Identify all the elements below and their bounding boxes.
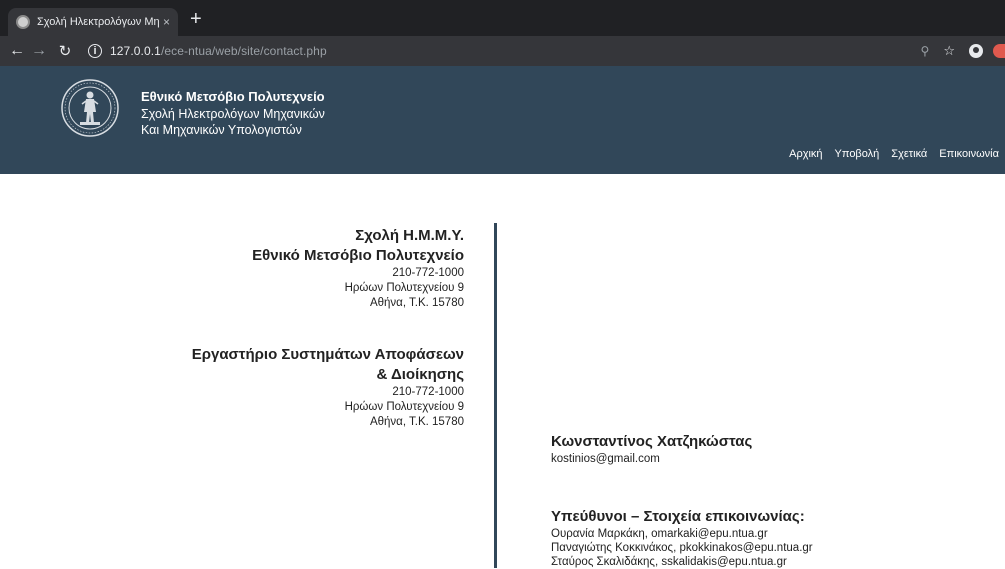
school-phone: 210-772-1000 <box>392 267 464 279</box>
back-icon[interactable]: ← <box>6 42 28 60</box>
column-divider <box>494 223 497 568</box>
nav-contact-link[interactable]: Επικοινωνία <box>939 148 999 160</box>
responsible-person: Παναγιώτης Κοκκινάκος, pkokkinakos@epu.n… <box>551 542 813 554</box>
browser-tab[interactable]: Σχολή Ηλεκτρολόγων Μηχανικ × <box>8 8 178 36</box>
lab-contact-block: Εργαστήριο Συστημάτων Αποφάσεων & Διοίκη… <box>100 345 464 430</box>
site-favicon-icon <box>16 15 30 29</box>
author-block: Κωνσταντίνος Χατζηκώστας kostinios@gmail… <box>551 432 752 467</box>
tab-close-icon[interactable]: × <box>163 15 170 29</box>
nav-submit-link[interactable]: Υποβολή <box>835 148 880 160</box>
school-title: Σχολή Η.Μ.Μ.Υ. <box>355 227 464 244</box>
main-nav: Αρχική Υποβολή Σχετικά Επικοινωνία <box>789 148 999 160</box>
browser-address-bar: ← → ↻ i 127.0.0.1/ece-ntua/web/site/cont… <box>0 36 1005 66</box>
school-contact-block: Σχολή Η.Μ.Μ.Υ. Εθνικό Μετσόβιο Πολυτεχνε… <box>100 226 464 311</box>
responsible-person: Σταύρος Σκαλιδάκης, sskalidakis@epu.ntua… <box>551 556 787 568</box>
lab-title-line2: & Διοίκησης <box>376 366 464 383</box>
brand-school-line2: Και Μηχανικών Υπολογιστών <box>141 123 302 137</box>
author-name: Κωνσταντίνος Χατζηκώστας <box>551 433 753 450</box>
nav-home-link[interactable]: Αρχική <box>789 148 822 160</box>
browser-tab-bar: Σχολή Ηλεκτρολόγων Μηχανικ × + <box>0 0 1005 36</box>
site-header: Εθνικό Μετσόβιο Πολυτεχνείο Σχολή Ηλεκτρ… <box>0 66 1005 174</box>
lab-street: Ηρώων Πολυτεχνείου 9 <box>344 401 464 413</box>
responsible-block: Υπεύθυνοι – Στοιχεία επικοινωνίας: Ουραν… <box>551 507 813 569</box>
new-tab-icon[interactable]: + <box>190 9 202 29</box>
responsible-person: Ουρανία Μαρκάκη, omarkaki@epu.ntua.gr <box>551 528 768 540</box>
lab-phone: 210-772-1000 <box>392 386 464 398</box>
forward-icon[interactable]: → <box>28 42 50 60</box>
author-email: kostinios@gmail.com <box>551 453 660 465</box>
school-street: Ηρώων Πολυτεχνείου 9 <box>344 282 464 294</box>
brand-university: Εθνικό Μετσόβιο Πολυτεχνείο <box>141 89 325 104</box>
address-bar-actions: ⚲ ☆ <box>921 36 1005 66</box>
reload-icon[interactable]: ↻ <box>54 42 76 60</box>
zoom-icon[interactable]: ⚲ <box>921 44 930 58</box>
tab-title: Σχολή Ηλεκτρολόγων Μηχανικ <box>37 16 159 28</box>
ntua-logo-icon[interactable] <box>60 78 120 138</box>
lab-city: Αθήνα, Τ.Κ. 15780 <box>369 416 464 428</box>
lab-title-line1: Εργαστήριο Συστημάτων Αποφάσεων <box>191 346 464 363</box>
nav-about-link[interactable]: Σχετικά <box>891 148 927 160</box>
star-icon[interactable]: ☆ <box>943 43 955 59</box>
school-city: Αθήνα, Τ.Κ. 15780 <box>369 297 464 309</box>
responsible-title: Υπεύθυνοι – Στοιχεία επικοινωνίας: <box>551 508 805 525</box>
url-path: /ece-ntua/web/site/contact.php <box>160 44 327 58</box>
brand-school-line1: Σχολή Ηλεκτρολόγων Μηχανικών <box>141 107 325 121</box>
url-field[interactable]: 127.0.0.1/ece-ntua/web/site/contact.php <box>110 44 327 58</box>
university-title: Εθνικό Μετσόβιο Πολυτεχνείο <box>252 247 464 264</box>
url-host: 127.0.0.1 <box>110 44 161 58</box>
profile-icon[interactable] <box>969 44 983 58</box>
extension-icon[interactable] <box>993 44 1005 58</box>
brand-text[interactable]: Εθνικό Μετσόβιο Πολυτεχνείο Σχολή Ηλεκτρ… <box>141 88 325 138</box>
info-icon[interactable]: i <box>88 44 102 58</box>
